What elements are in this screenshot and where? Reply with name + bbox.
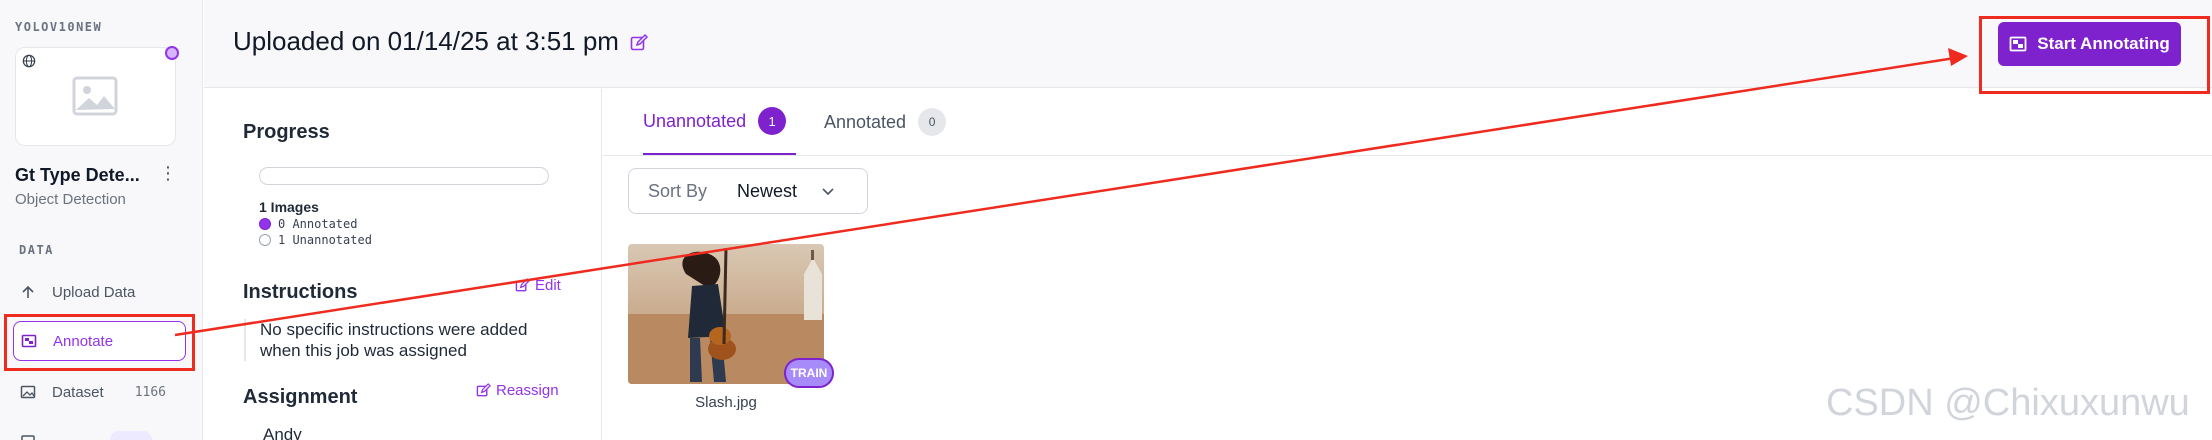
page-title: Uploaded on 01/14/25 at 3:51 pm (233, 26, 619, 56)
tab-count-badge: 0 (918, 108, 947, 136)
progress-title: Progress (243, 121, 330, 143)
section-label-data: DATA (19, 243, 54, 257)
sort-by-dropdown[interactable]: Sort By Newest (628, 168, 868, 214)
sidebar-item-upload-data[interactable]: Upload Data (13, 272, 186, 312)
instructions-text: No specific instructions were added when… (244, 319, 564, 361)
tab-label: Annotated (824, 111, 907, 132)
more-options-icon[interactable]: ⋮ (159, 164, 177, 184)
legend-label: 0 Annotated (278, 217, 358, 231)
project-type: Object Detection (15, 191, 126, 208)
upload-arrow-icon (22, 285, 34, 298)
sidebar-item-dataset[interactable]: Dataset 1166 (13, 372, 186, 412)
legend-unannotated: 1 Unannotated (259, 233, 372, 247)
images-count: 1 Images (259, 199, 319, 215)
legend-label: 1 Unannotated (278, 233, 372, 247)
sort-by-label: Sort By (648, 180, 708, 201)
workspace-name[interactable]: YOLOV10NEW (15, 20, 102, 34)
tab-count-badge: 1 (758, 107, 787, 135)
sidebar: YOLOV10NEW Gt Type Dete... ⋮ Object Dete… (0, 0, 203, 440)
dataset-count: 1166 (134, 384, 166, 400)
image-filename: Slash.jpg (695, 394, 757, 411)
versions-badge (110, 431, 152, 440)
edit-label: Edit (535, 277, 561, 294)
job-details-panel: Progress 1 Images 0 Annotated 1 Unannota… (204, 89, 602, 440)
annotation-tabs: Unannotated 1 Annotated 0 (603, 89, 2212, 156)
edit-icon (476, 383, 491, 397)
header: Uploaded on 01/14/25 at 3:51 pm Start An… (204, 0, 2212, 88)
assignee-name: Andy (263, 425, 302, 440)
image-placeholder-icon (72, 76, 118, 116)
start-highlight-box (1979, 16, 2210, 94)
edit-instructions-link[interactable]: Edit (515, 277, 561, 294)
instructions-title: Instructions (243, 281, 358, 303)
sidebar-item-label: Dataset (52, 383, 104, 401)
status-dot (165, 46, 179, 60)
tab-unannotated[interactable]: Unannotated 1 (643, 89, 797, 155)
versions-icon (21, 435, 35, 440)
edit-icon (515, 278, 530, 292)
tab-annotated[interactable]: Annotated 0 (824, 89, 947, 155)
legend-swatch (259, 234, 271, 246)
globe-icon (22, 54, 36, 68)
sort-by-value: Newest (737, 180, 798, 201)
sidebar-item-label: Upload Data (52, 283, 136, 301)
project-name[interactable]: Gt Type Dete... (15, 165, 140, 186)
split-badge-train: TRAIN (784, 358, 834, 388)
legend-annotated: 0 Annotated (259, 217, 357, 231)
watermark-text: CSDN @Chixuxunwu (1826, 382, 2190, 424)
reassign-link[interactable]: Reassign (476, 382, 559, 399)
edit-title-icon[interactable] (629, 33, 649, 53)
tab-label: Unannotated (643, 110, 747, 131)
sidebar-item-versions[interactable] (13, 420, 186, 440)
annotate-highlight-box (4, 314, 195, 371)
reassign-label: Reassign (496, 382, 559, 399)
project-thumbnail[interactable] (15, 46, 179, 146)
chevron-down-icon (822, 188, 834, 196)
image-icon (20, 385, 36, 399)
progress-bar (259, 167, 549, 185)
legend-swatch (259, 218, 271, 230)
assignment-title: Assignment (243, 386, 358, 408)
